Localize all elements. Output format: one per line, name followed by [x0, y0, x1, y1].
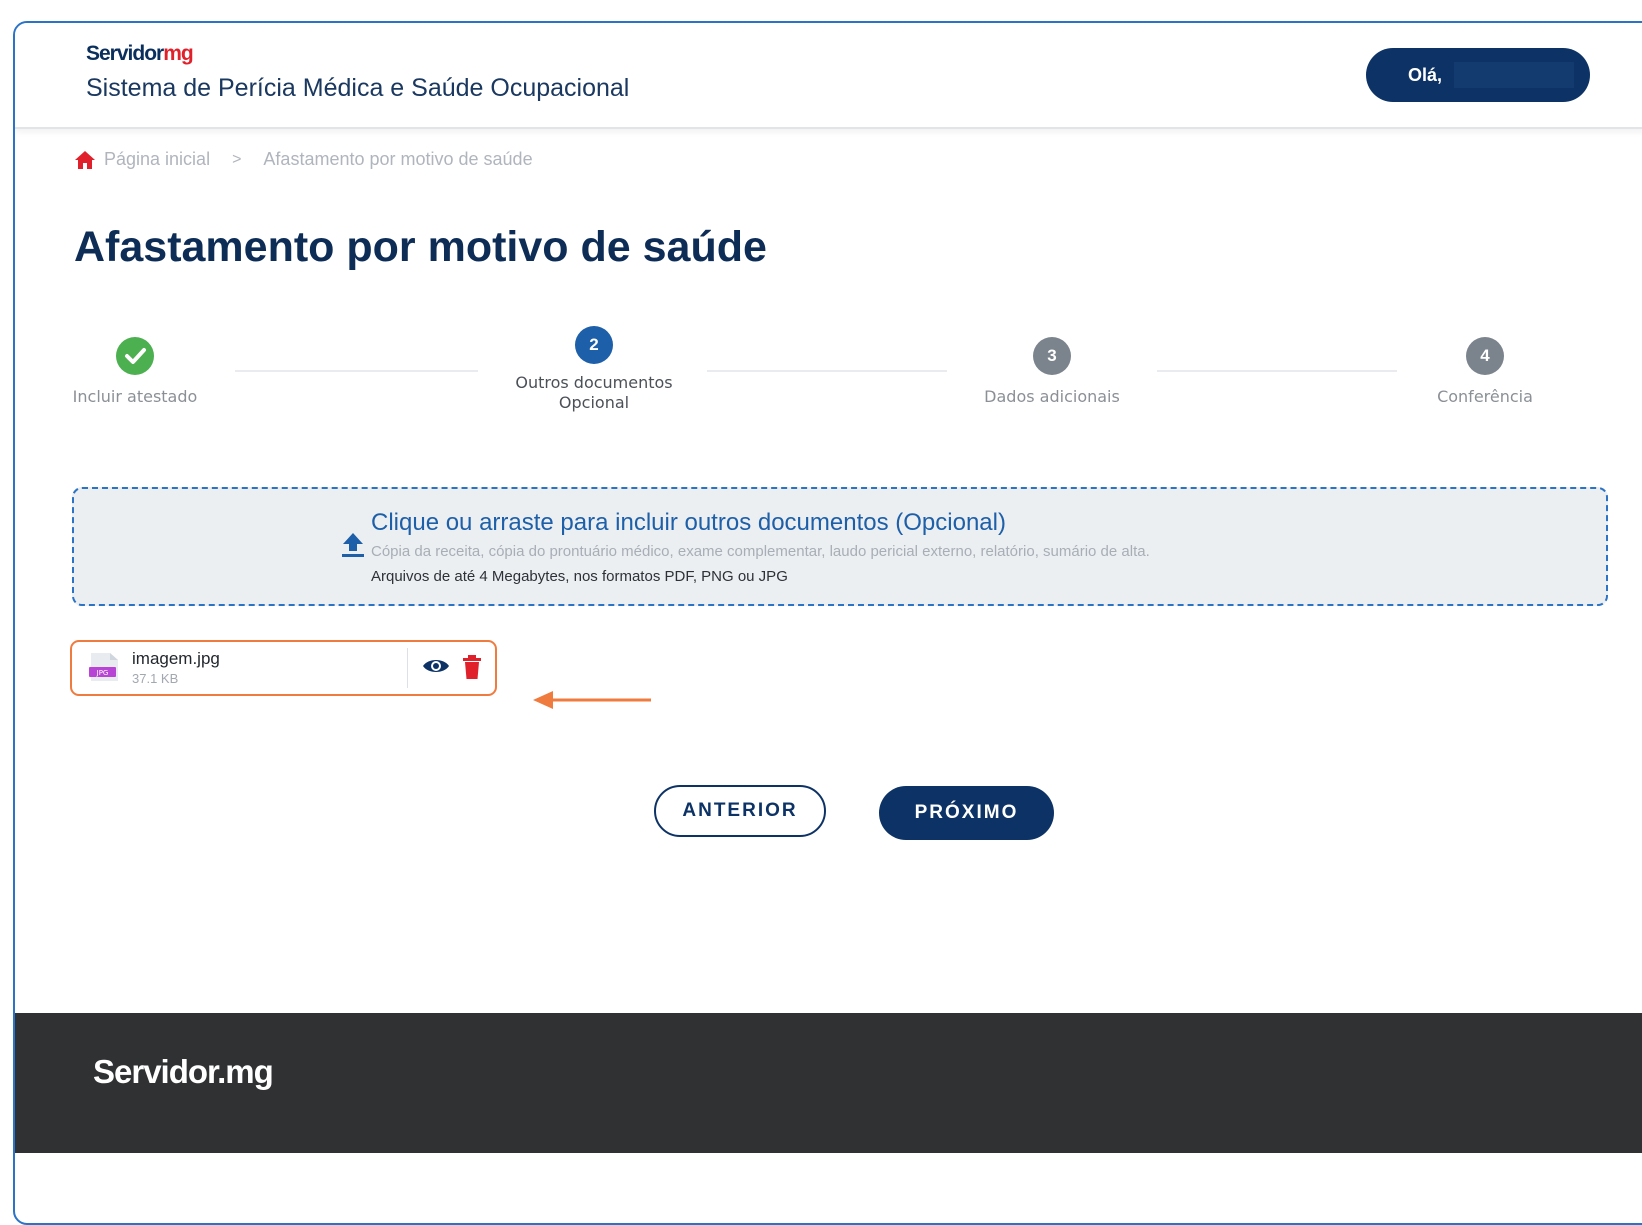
step-number: 3 [1033, 337, 1071, 375]
svg-text:JPG: JPG [96, 669, 109, 677]
user-greeting: Olá, [1408, 65, 1443, 85]
dropzone-description: Cópia da receita, cópia do prontuário mé… [371, 543, 1150, 560]
file-dropzone[interactable]: Clique ou arraste para incluir outros do… [72, 487, 1608, 606]
breadcrumb-separator: > [232, 150, 242, 168]
file-name: imagem.jpg [132, 649, 220, 668]
user-menu-button[interactable]: Olá, [1366, 48, 1590, 102]
page-title: Afastamento por motivo de saúde [74, 223, 767, 271]
step-connector [235, 370, 478, 372]
footer-logo: Servidor.mg [93, 1053, 274, 1090]
dropzone-limits: Arquivos de até 4 Megabytes, nos formato… [371, 568, 788, 585]
step-number: 2 [575, 326, 613, 364]
anterior-button[interactable]: ANTERIOR [654, 785, 826, 837]
step-1-incluir-atestado[interactable]: Incluir atestado [65, 337, 205, 407]
step-label: Incluir atestado [72, 387, 198, 406]
user-name-redacted [1454, 62, 1574, 88]
step-connector [1157, 370, 1397, 372]
step-3-dados-adicionais[interactable]: 3 Dados adicionais [967, 337, 1137, 407]
check-icon [116, 337, 154, 375]
proximo-button[interactable]: PRÓXIMO [879, 786, 1054, 840]
home-icon [75, 150, 95, 169]
system-title: Sistema de Perícia Médica e Saúde Ocupac… [86, 74, 630, 102]
step-label: Conferência [1437, 387, 1533, 406]
jpg-file-icon: JPG [89, 653, 118, 681]
step-label: Dados adicionais [984, 387, 1120, 406]
divider [407, 648, 408, 688]
annotation-arrow-icon [533, 691, 651, 709]
breadcrumb: Página inicial > Afastamento por motivo … [74, 149, 533, 170]
breadcrumb-current: Afastamento por motivo de saúde [263, 149, 533, 169]
step-2-outros-documentos[interactable]: 2 Outros documentos Opcional [494, 326, 694, 413]
footer: Servidor.mg [15, 1013, 1642, 1153]
file-size: 37.1 KB [132, 671, 179, 686]
servidor-mg-logo[interactable]: Servidormg [86, 42, 194, 66]
step-sublabel: Opcional [558, 393, 630, 412]
step-4-conferencia[interactable]: 4 Conferência [1420, 337, 1550, 407]
step-label: Outros documentos [515, 373, 673, 392]
upload-icon [342, 533, 364, 557]
step-connector [707, 370, 947, 372]
dropzone-title: Clique ou arraste para incluir outros do… [371, 509, 1006, 536]
header: Servidormg Sistema de Perícia Médica e S… [15, 23, 1642, 129]
uploaded-file-card: JPG imagem.jpg 37.1 KB [70, 640, 497, 696]
step-number: 4 [1466, 337, 1504, 375]
app-window: Servidormg Sistema de Perícia Médica e S… [13, 21, 1642, 1225]
trash-icon[interactable] [462, 654, 482, 680]
breadcrumb-home-link[interactable]: Página inicial [104, 149, 210, 170]
eye-icon[interactable] [422, 656, 450, 676]
